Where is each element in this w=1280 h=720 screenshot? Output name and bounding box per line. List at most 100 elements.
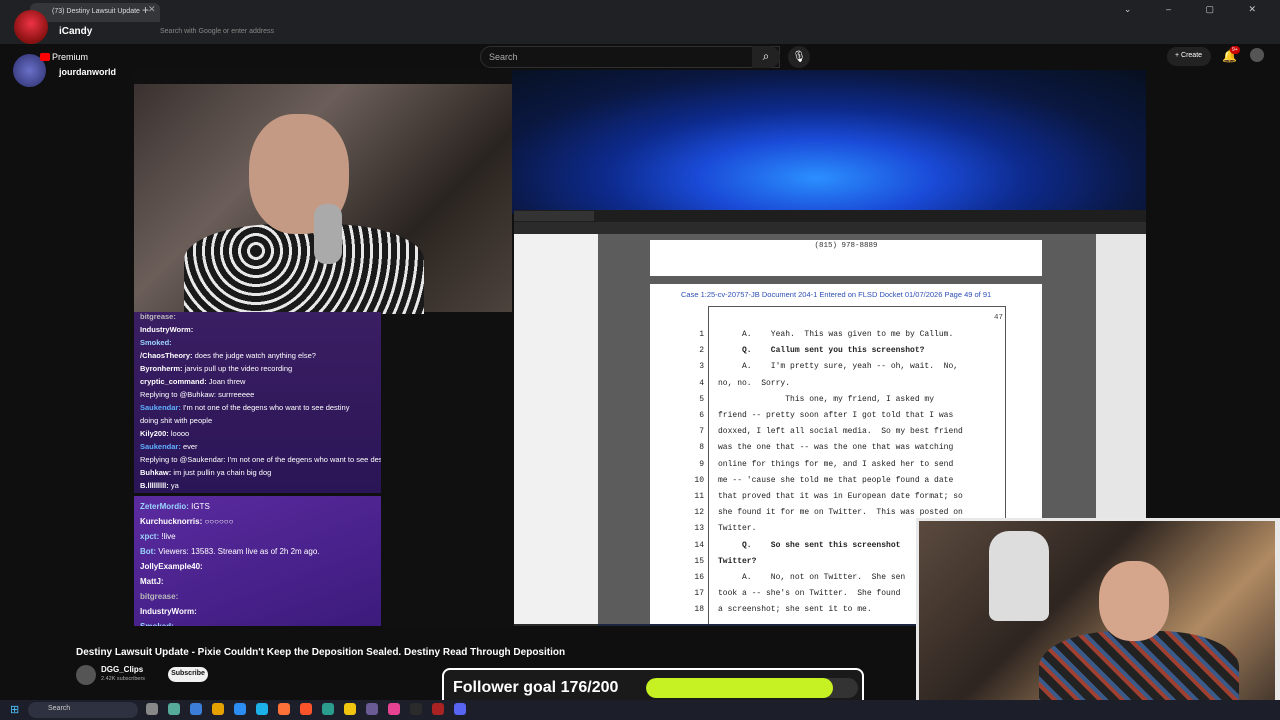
transcript-line-number: 10 xyxy=(694,475,704,485)
chat-username[interactable]: IndustryWorm: xyxy=(140,325,193,334)
chat-message: Byronherm: jarvis pull up the video reco… xyxy=(140,364,292,373)
webcam-person-head xyxy=(1099,561,1169,641)
create-button[interactable]: + Create xyxy=(1167,47,1211,66)
transcript-line-number: 15 xyxy=(694,556,704,566)
taskbar-app-icon[interactable] xyxy=(366,703,378,715)
taskbar-app-icon[interactable] xyxy=(454,703,466,715)
document-case-header: Case 1:25-cv-20757-JB Document 204-1 Ent… xyxy=(681,290,992,299)
chat-message: /ChaosTheory: does the judge watch anyth… xyxy=(140,351,316,360)
transcript-line-number: 4 xyxy=(699,378,704,388)
browser-tab-bar xyxy=(0,0,1280,22)
transcript-line-text: doxxed, I left all social media. So my b… xyxy=(718,427,963,437)
chat-message: Bot: Viewers: 13583. Stream live as of 2… xyxy=(140,547,320,556)
chat-text: jarvis pull up the video recording xyxy=(182,364,293,373)
chat-message: Buhkaw: im just pullin ya chain big dog xyxy=(140,468,271,477)
follower-goal-fill xyxy=(646,678,833,698)
chat-username[interactable]: cryptic_command: xyxy=(140,377,207,386)
chat-username[interactable]: Saukendar: xyxy=(140,403,181,412)
chat-username[interactable]: Buhkaw: xyxy=(140,468,171,477)
taskbar-search[interactable]: Search xyxy=(28,702,138,718)
chat-message: doing shit with people xyxy=(140,416,212,425)
chat-username[interactable]: IndustryWorm: xyxy=(140,607,197,616)
chat-username[interactable]: Kily200: xyxy=(140,429,169,438)
chat-username[interactable]: JollyExample40: xyxy=(140,562,203,571)
chat-message: ZeterMordio: IGTS xyxy=(140,502,210,511)
taskbar-app-icon[interactable] xyxy=(278,703,290,715)
premium-label: Premium xyxy=(52,52,89,62)
chat-message: Kurchucknorris: ○○○○○○ xyxy=(140,517,233,526)
chat-username[interactable]: ZeterMordio: xyxy=(140,502,189,511)
chat-username[interactable]: Bot: xyxy=(140,547,156,556)
chat-message: Kily200: loooo xyxy=(140,429,189,438)
taskbar-app-icon[interactable] xyxy=(234,703,246,715)
taskbar-app-icon[interactable] xyxy=(300,703,312,715)
transcript-line-number: 18 xyxy=(694,605,704,615)
microphone-icon[interactable]: 🎙 xyxy=(788,46,810,68)
chat-username[interactable]: Saukendar: xyxy=(140,442,181,451)
taskbar-app-icon[interactable] xyxy=(432,703,444,715)
taskbar-app-icon[interactable] xyxy=(212,703,224,715)
channel-name[interactable]: DGG_Clips xyxy=(101,665,143,674)
chat-text: loooo xyxy=(168,429,190,438)
chat-message: B.lllllllll: ya xyxy=(140,481,179,490)
taskbar-app-icon[interactable] xyxy=(344,703,356,715)
browser-tab[interactable]: (73) Destiny Lawsuit Update xyxy=(30,3,160,22)
transcript-line-text: me -- 'cause she told me that people fou… xyxy=(718,475,954,485)
chat-message: cryptic_command: Joan threw xyxy=(140,377,245,386)
chat-message: Saukendar: ever xyxy=(140,442,198,451)
transcript-line-number: 9 xyxy=(699,459,704,469)
search-icon[interactable]: ⌕ xyxy=(752,46,780,68)
taskbar-app-icon[interactable] xyxy=(146,703,158,715)
close-tab-icon[interactable]: ✕ xyxy=(148,4,156,15)
streamer-webcam xyxy=(134,84,512,314)
profile-avatar[interactable] xyxy=(1250,48,1264,62)
taskbar-app-icon[interactable] xyxy=(410,703,422,715)
transcript-line-number: 17 xyxy=(694,589,704,599)
windows-start-icon[interactable]: ⊞ xyxy=(10,703,19,716)
window-controls[interactable]: ⌄ – ▢ ✕ xyxy=(1124,4,1272,15)
taskbar-app-icon[interactable] xyxy=(168,703,180,715)
chat-message: IndustryWorm: xyxy=(140,607,197,616)
chat-username[interactable]: Smoked: xyxy=(140,622,174,626)
transcript-line-text: friend -- pretty soon after I got told t… xyxy=(718,411,954,420)
webcam-person-shirt xyxy=(184,224,424,314)
chat-text: doing shit with people xyxy=(140,416,213,425)
document-titlebar xyxy=(514,210,1146,222)
chat-username[interactable]: /ChaosTheory: xyxy=(140,351,193,360)
chat-username[interactable]: MattJ: xyxy=(140,577,164,586)
transcript-line-number: 13 xyxy=(694,524,704,534)
taskbar-app-icon[interactable] xyxy=(322,703,334,715)
channel-avatar[interactable] xyxy=(76,665,96,685)
chat-text: ya xyxy=(168,481,179,490)
transcript-line-text: A. I'm pretty sure, yeah -- oh, wait. No… xyxy=(718,362,959,372)
taskbar-app-icon[interactable] xyxy=(256,703,268,715)
chat-text: ○○○○○○ xyxy=(202,517,234,526)
taskbar-app-icon[interactable] xyxy=(388,703,400,715)
transcript-line-text: took a -- she's on Twitter. She found xyxy=(718,589,901,599)
new-tab-icon[interactable]: + xyxy=(142,3,149,17)
chat-message: Replying to @Buhkaw: surrreeeee xyxy=(140,390,254,399)
transcript-line-text: online for things for me, and I asked he… xyxy=(718,459,954,469)
chat-message: bitgrease: xyxy=(140,312,176,321)
chat-text: ever xyxy=(180,442,198,451)
chat-username[interactable]: Byronherm: xyxy=(140,364,183,373)
transcript-line-text: that proved that it was in European date… xyxy=(718,492,963,501)
transcript-line-number: 5 xyxy=(699,394,704,404)
webcam-microphone xyxy=(314,204,342,264)
address-bar[interactable]: Search with Google or enter address xyxy=(138,25,738,40)
chat-username[interactable]: Smoked: xyxy=(140,338,172,347)
transcript-line-number: 11 xyxy=(694,492,704,501)
chat-username[interactable]: B.lllllllll: xyxy=(140,481,169,490)
search-input[interactable]: Search xyxy=(480,46,780,68)
chat-username[interactable]: Kurchucknorris: xyxy=(140,517,202,526)
chat-username[interactable]: bitgrease: xyxy=(140,592,178,601)
transcript-line-text: was the one that -- was the one that was… xyxy=(718,443,954,453)
chat-username[interactable]: xpct: xyxy=(140,532,159,541)
document-phone: (815) 978-8889 xyxy=(814,242,878,250)
transcript-line-number: 16 xyxy=(694,573,704,582)
taskbar-app-icon[interactable] xyxy=(190,703,202,715)
chat-text: Viewers: 13583. Stream live as of 2h 2m … xyxy=(156,547,320,556)
chat-username[interactable]: bitgrease: xyxy=(140,312,176,321)
subscribe-button[interactable]: Subscribe xyxy=(168,667,208,682)
chat-message: bitgrease: xyxy=(140,592,178,601)
